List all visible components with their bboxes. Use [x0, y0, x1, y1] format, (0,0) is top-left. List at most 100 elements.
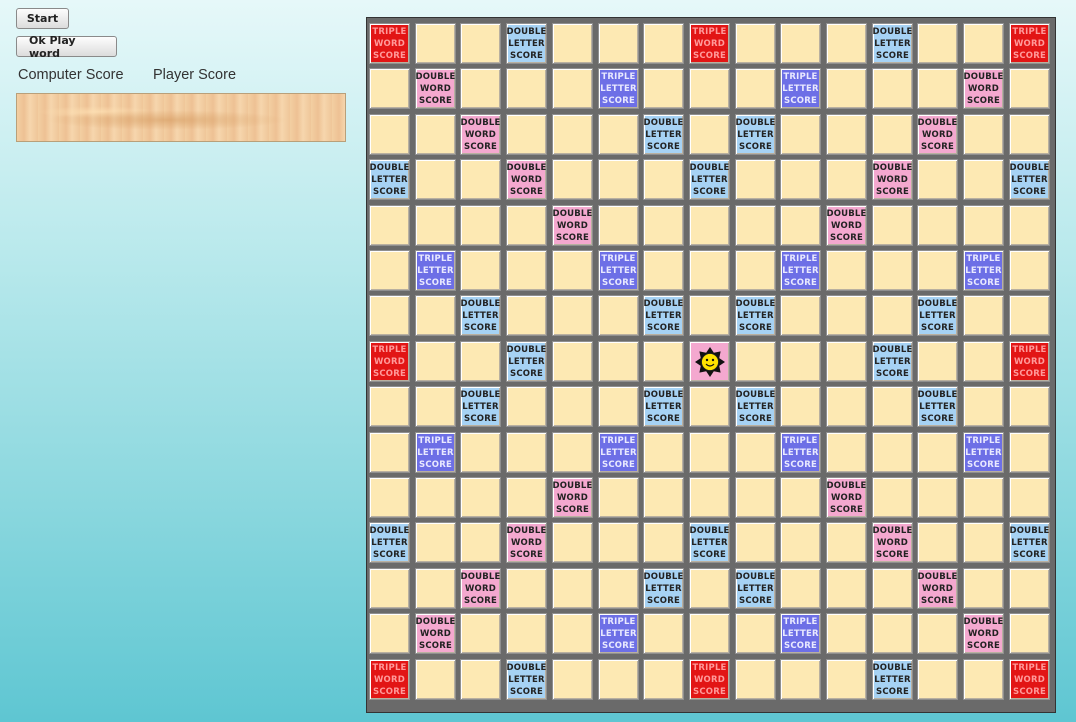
board-cell[interactable]	[1009, 68, 1050, 109]
board-cell[interactable]	[735, 250, 776, 291]
board-cell[interactable]	[735, 205, 776, 246]
board-cell-triple-word[interactable]: TRIPLE WORD SCORE	[689, 23, 730, 64]
board-cell[interactable]	[963, 295, 1004, 336]
board-cell[interactable]	[598, 568, 639, 609]
board-cell[interactable]	[1009, 613, 1050, 654]
board-cell[interactable]	[598, 159, 639, 200]
board-cell[interactable]	[1009, 250, 1050, 291]
board-cell[interactable]	[598, 522, 639, 563]
board-cell[interactable]	[872, 250, 913, 291]
board-cell[interactable]	[506, 477, 547, 518]
board-cell[interactable]	[872, 613, 913, 654]
play-word-button[interactable]: Ok Play word	[16, 34, 117, 60]
board-cell[interactable]	[689, 386, 730, 427]
board-cell-double-word[interactable]: DOUBLE WORD SCORE	[460, 568, 501, 609]
board-cell[interactable]	[460, 341, 501, 382]
board-cell-double-letter[interactable]: DOUBLE LETTER SCORE	[689, 159, 730, 200]
board-cell[interactable]	[460, 613, 501, 654]
board-cell[interactable]	[598, 341, 639, 382]
board-cell[interactable]	[872, 568, 913, 609]
board-cell[interactable]	[415, 522, 456, 563]
board-cell-double-letter[interactable]: DOUBLE LETTER SCORE	[689, 522, 730, 563]
board-cell[interactable]	[780, 522, 821, 563]
board-cell[interactable]	[506, 613, 547, 654]
board-cell[interactable]	[917, 477, 958, 518]
board-cell-double-letter[interactable]: DOUBLE LETTER SCORE	[506, 341, 547, 382]
board-cell[interactable]	[780, 159, 821, 200]
board-cell[interactable]	[598, 23, 639, 64]
board-cell[interactable]	[917, 432, 958, 473]
board-cell-triple-letter[interactable]: TRIPLE LETTER SCORE	[780, 432, 821, 473]
board-cell[interactable]	[369, 477, 410, 518]
board-cell-triple-word[interactable]: TRIPLE WORD SCORE	[369, 23, 410, 64]
board-cell-double-letter[interactable]: DOUBLE LETTER SCORE	[643, 114, 684, 155]
board-cell-double-letter[interactable]: DOUBLE LETTER SCORE	[643, 386, 684, 427]
board-cell-double-letter[interactable]: DOUBLE LETTER SCORE	[872, 341, 913, 382]
board-cell[interactable]	[963, 114, 1004, 155]
board-cell[interactable]	[826, 159, 867, 200]
board-cell[interactable]	[826, 23, 867, 64]
board-cell[interactable]	[1009, 568, 1050, 609]
board-cell[interactable]	[643, 341, 684, 382]
board-cell-double-letter[interactable]: DOUBLE LETTER SCORE	[369, 159, 410, 200]
board-cell[interactable]	[506, 114, 547, 155]
board-cell[interactable]	[460, 250, 501, 291]
board-cell[interactable]	[689, 205, 730, 246]
board-cell-double-word[interactable]: DOUBLE WORD SCORE	[552, 205, 593, 246]
board-cell[interactable]	[689, 250, 730, 291]
board-cell[interactable]	[735, 68, 776, 109]
board-cell-double-letter[interactable]: DOUBLE LETTER SCORE	[735, 295, 776, 336]
board-cell-double-word[interactable]: DOUBLE WORD SCORE	[872, 522, 913, 563]
board-cell-double-word[interactable]: DOUBLE WORD SCORE	[917, 568, 958, 609]
board-cell[interactable]	[780, 341, 821, 382]
board-cell[interactable]	[552, 386, 593, 427]
board-cell[interactable]	[963, 477, 1004, 518]
board-cell[interactable]	[826, 568, 867, 609]
board-cell[interactable]	[872, 295, 913, 336]
board-cell-double-word[interactable]: DOUBLE WORD SCORE	[826, 477, 867, 518]
board-cell[interactable]	[598, 114, 639, 155]
board-cell[interactable]	[415, 386, 456, 427]
board-cell[interactable]	[460, 477, 501, 518]
board-cell[interactable]	[369, 386, 410, 427]
board-cell-center-star[interactable]	[689, 341, 730, 382]
board-cell-triple-letter[interactable]: TRIPLE LETTER SCORE	[415, 432, 456, 473]
board-cell[interactable]	[1009, 386, 1050, 427]
board-cell[interactable]	[643, 23, 684, 64]
board-cell[interactable]	[506, 386, 547, 427]
board-cell-triple-letter[interactable]: TRIPLE LETTER SCORE	[598, 68, 639, 109]
board-cell[interactable]	[735, 23, 776, 64]
board-cell[interactable]	[963, 386, 1004, 427]
board-cell[interactable]	[643, 477, 684, 518]
board-cell[interactable]	[689, 295, 730, 336]
board-cell[interactable]	[460, 68, 501, 109]
start-button[interactable]: Start	[16, 8, 69, 29]
board-cell-double-word[interactable]: DOUBLE WORD SCORE	[872, 159, 913, 200]
board-cell-double-word[interactable]: DOUBLE WORD SCORE	[552, 477, 593, 518]
board-cell[interactable]	[506, 68, 547, 109]
board-cell-double-letter[interactable]: DOUBLE LETTER SCORE	[1009, 159, 1050, 200]
board-cell[interactable]	[826, 432, 867, 473]
board-cell[interactable]	[415, 341, 456, 382]
board-cell[interactable]	[460, 23, 501, 64]
board-cell[interactable]	[826, 114, 867, 155]
board-cell[interactable]	[872, 432, 913, 473]
board-cell[interactable]	[780, 659, 821, 700]
board-cell[interactable]	[460, 659, 501, 700]
board-cell[interactable]	[780, 477, 821, 518]
board-cell[interactable]	[552, 23, 593, 64]
board-cell[interactable]	[643, 68, 684, 109]
board-cell[interactable]	[689, 613, 730, 654]
board-cell[interactable]	[369, 613, 410, 654]
board-cell[interactable]	[826, 613, 867, 654]
board-cell[interactable]	[415, 205, 456, 246]
board-cell[interactable]	[872, 477, 913, 518]
board-cell[interactable]	[552, 250, 593, 291]
board-cell[interactable]	[963, 522, 1004, 563]
board-cell[interactable]	[689, 68, 730, 109]
board-cell-double-letter[interactable]: DOUBLE LETTER SCORE	[369, 522, 410, 563]
board-cell[interactable]	[643, 432, 684, 473]
board-cell[interactable]	[917, 659, 958, 700]
board-cell[interactable]	[643, 250, 684, 291]
board-cell[interactable]	[415, 295, 456, 336]
